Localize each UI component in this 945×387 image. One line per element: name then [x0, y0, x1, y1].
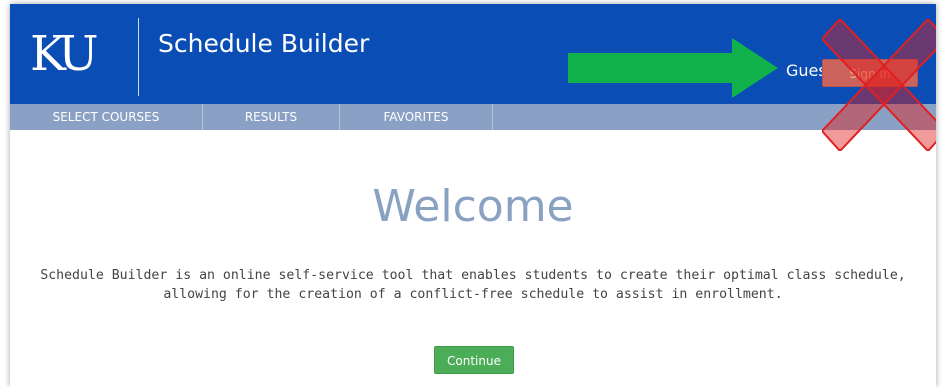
intro-text: Schedule Builder is an online self-servi… [30, 266, 916, 304]
app-window: KU Schedule Builder Guest Sign In SELECT… [10, 4, 936, 387]
intro-line-2: allowing for the creation of a conflict-… [163, 287, 783, 302]
arrow-shape [568, 38, 778, 98]
logo-divider [138, 18, 139, 96]
intro-line-1: Schedule Builder is an online self-servi… [40, 268, 906, 283]
tab-results[interactable]: RESULTS [203, 104, 340, 130]
tab-select-courses[interactable]: SELECT COURSES [10, 104, 203, 130]
welcome-heading: Welcome [372, 181, 574, 232]
nav-bar: SELECT COURSES RESULTS FAVORITES [10, 104, 936, 130]
right-arrow-icon [568, 38, 778, 98]
header: KU Schedule Builder Guest Sign In [10, 4, 936, 104]
screenshot-frame: KU Schedule Builder Guest Sign In SELECT… [0, 0, 945, 387]
app-title[interactable]: Schedule Builder [158, 28, 369, 60]
continue-button[interactable]: Continue [434, 346, 514, 374]
ku-logo[interactable]: KU [30, 24, 120, 84]
tab-favorites[interactable]: FAVORITES [340, 104, 493, 130]
sign-in-button[interactable]: Sign In [822, 59, 918, 87]
